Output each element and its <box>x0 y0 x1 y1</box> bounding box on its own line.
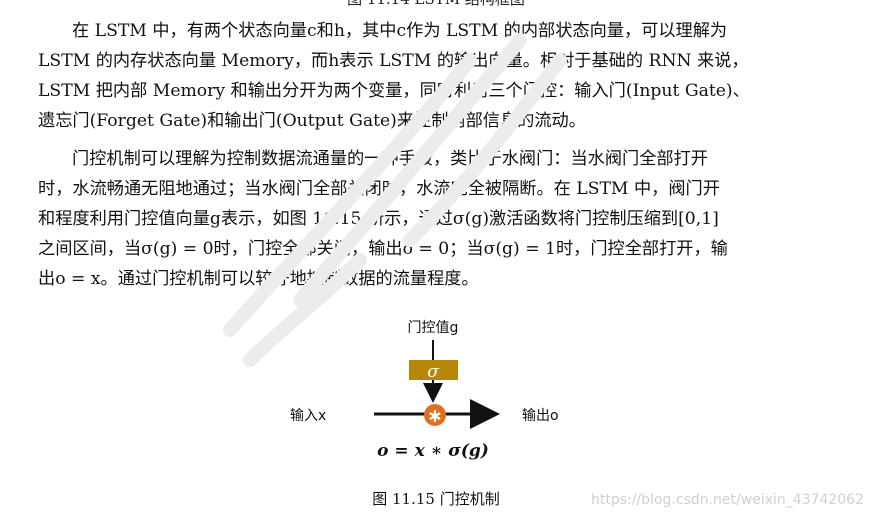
output-label: 输出o <box>522 408 559 424</box>
source-url-watermark: https://blog.csdn.net/weixin_43742062 <box>590 492 864 508</box>
multiply-symbol: ∗ <box>427 405 443 427</box>
sigma-symbol: σ <box>427 362 439 382</box>
gate-formula: o = x ∗ σ(g) <box>377 441 489 461</box>
gate-mechanism-diagram: 门控值g σ ∗ 输入x 输出o o = x ∗ σ(g) <box>290 320 559 461</box>
input-label: 输入x <box>290 408 326 424</box>
gate-value-label: 门控值g <box>408 320 459 336</box>
